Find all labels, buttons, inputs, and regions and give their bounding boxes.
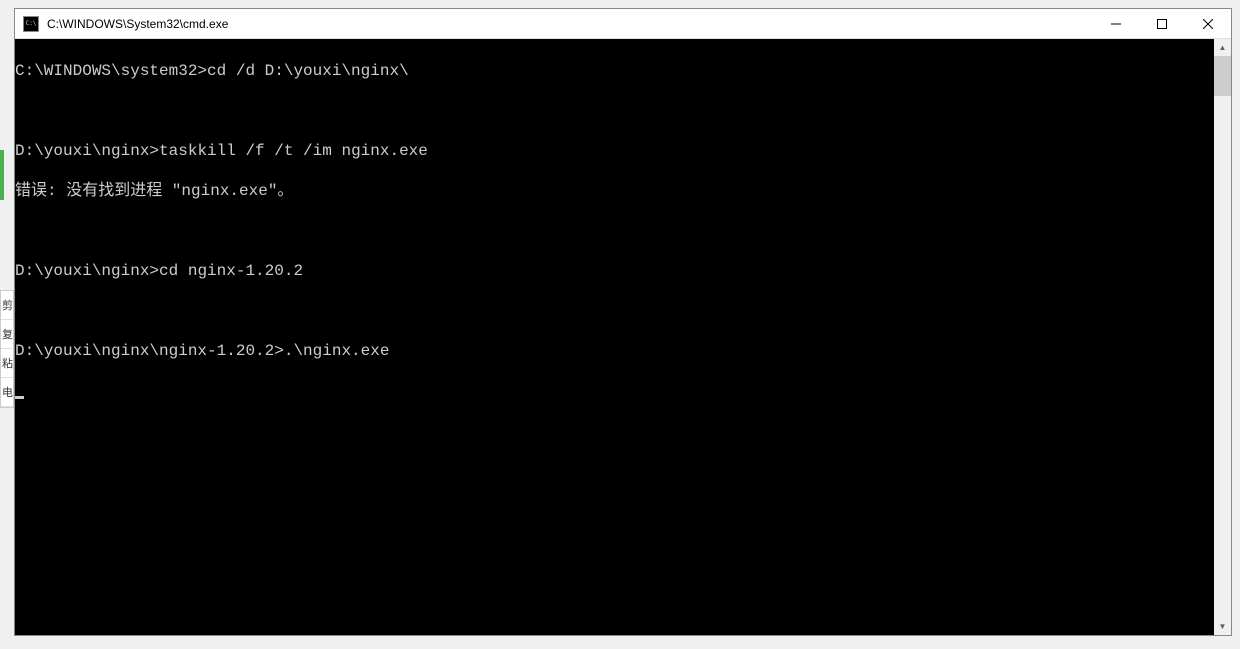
terminal-line: D:\youxi\nginx\nginx-1.20.2>.\nginx.exe xyxy=(15,341,1214,361)
terminal[interactable]: C:\WINDOWS\system32>cd /d D:\youxi\nginx… xyxy=(15,39,1214,635)
window-controls xyxy=(1093,9,1231,38)
prompt: D:\youxi\nginx\nginx-1.20.2> xyxy=(15,342,284,360)
side-item-computer[interactable]: 电 xyxy=(1,378,13,407)
vertical-scrollbar[interactable]: ▲ ▼ xyxy=(1214,39,1231,635)
prompt: D:\youxi\nginx> xyxy=(15,262,159,280)
titlebar[interactable]: C:\WINDOWS\System32\cmd.exe xyxy=(15,9,1231,39)
command: cd nginx-1.20.2 xyxy=(159,262,303,280)
side-item-paste[interactable]: 粘 xyxy=(1,349,13,378)
cursor xyxy=(15,396,24,399)
maximize-button[interactable] xyxy=(1139,9,1185,38)
minimize-icon xyxy=(1111,19,1121,29)
terminal-line: 错误: 没有找到进程 "nginx.exe"。 xyxy=(15,181,1214,201)
terminal-line xyxy=(15,101,1214,121)
command: .\nginx.exe xyxy=(284,342,390,360)
prompt: D:\youxi\nginx> xyxy=(15,142,159,160)
command: taskkill /f /t /im nginx.exe xyxy=(159,142,428,160)
terminal-line xyxy=(15,381,1214,401)
terminal-line: C:\WINDOWS\system32>cd /d D:\youxi\nginx… xyxy=(15,61,1214,81)
command: cd /d D:\youxi\nginx\ xyxy=(207,62,409,80)
close-icon xyxy=(1203,19,1213,29)
terminal-area: C:\WINDOWS\system32>cd /d D:\youxi\nginx… xyxy=(15,39,1231,635)
cmd-window: C:\WINDOWS\System32\cmd.exe C:\WINDOWS\s… xyxy=(14,8,1232,636)
scroll-up-arrow[interactable]: ▲ xyxy=(1214,39,1231,56)
terminal-line: D:\youxi\nginx>taskkill /f /t /im nginx.… xyxy=(15,141,1214,161)
scroll-down-arrow[interactable]: ▼ xyxy=(1214,618,1231,635)
prompt: C:\WINDOWS\system32> xyxy=(15,62,207,80)
side-accent xyxy=(0,150,4,200)
terminal-line xyxy=(15,221,1214,241)
window-title: C:\WINDOWS\System32\cmd.exe xyxy=(45,17,1093,31)
terminal-line: D:\youxi\nginx>cd nginx-1.20.2 xyxy=(15,261,1214,281)
close-button[interactable] xyxy=(1185,9,1231,38)
scroll-thumb[interactable] xyxy=(1214,56,1231,96)
side-item-copy[interactable]: 复 xyxy=(1,320,13,349)
output: 错误: 没有找到进程 "nginx.exe"。 xyxy=(15,182,293,200)
minimize-button[interactable] xyxy=(1093,9,1139,38)
cmd-icon xyxy=(23,16,39,32)
side-item-cut[interactable]: 剪 xyxy=(1,291,13,320)
terminal-line xyxy=(15,301,1214,321)
maximize-icon xyxy=(1157,19,1167,29)
side-toolbar: 剪 复 粘 电 xyxy=(0,290,14,408)
